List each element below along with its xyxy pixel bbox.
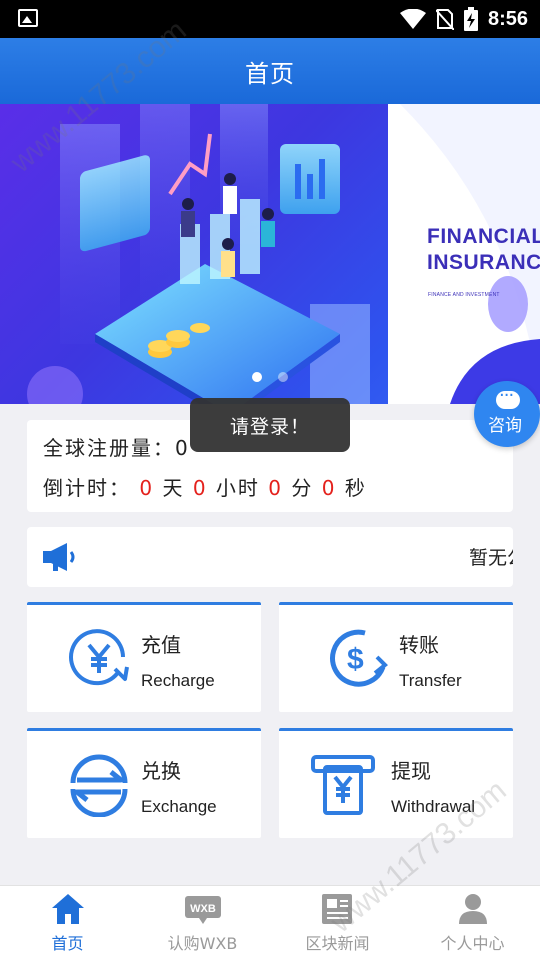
svg-text:$: $	[347, 643, 364, 676]
person-icon	[458, 894, 487, 924]
nav-subscribe-label: 认购WXB	[167, 934, 238, 953]
withdrawal-button[interactable]: 提现 Withdrawal	[279, 728, 513, 838]
nav-profile[interactable]: 个人中心	[405, 886, 540, 960]
exchange-label-en: Exchange	[141, 797, 217, 816]
banner-subtitle: FINANCE AND INVESTMENT	[428, 292, 500, 298]
nav-news-label: 区块新闻	[305, 934, 370, 953]
minutes-unit: 分	[291, 476, 314, 500]
consult-label: 咨询	[488, 416, 522, 436]
withdrawal-label: 提现	[391, 759, 431, 783]
registered-value: 0	[175, 436, 190, 460]
wxb-icon: WXB	[184, 896, 221, 924]
transfer-button[interactable]: $ 转账 Transfer	[279, 602, 513, 712]
days-unit: 天	[162, 476, 185, 500]
countdown-seconds: 0	[321, 476, 337, 500]
hours-unit: 小时	[215, 476, 260, 500]
page-title: 首页	[245, 59, 295, 88]
nav-subscribe-wxb[interactable]: WXB 认购WXB	[135, 886, 270, 960]
countdown-days: 0	[139, 476, 155, 500]
megaphone-icon	[43, 543, 75, 571]
exchange-label: 兑换	[141, 759, 181, 783]
dollar-transfer-icon: $	[330, 629, 388, 687]
bottom-nav: 首页 WXB 认购WXB 区块新闻 个人中心	[0, 885, 540, 960]
recharge-label-en: Recharge	[141, 671, 215, 690]
atm-yen-icon	[311, 755, 375, 815]
transfer-label: 转账	[399, 633, 439, 657]
countdown-hours: 0	[192, 476, 208, 500]
no-sim-icon	[435, 9, 454, 30]
app-header: 首页	[0, 38, 540, 104]
announcement-bar[interactable]: 暂无公告	[27, 527, 513, 587]
nav-block-news[interactable]: 区块新闻	[270, 886, 405, 960]
home-icon	[51, 894, 84, 924]
banner-headline: FINANCIAL INSURANCE	[427, 225, 540, 274]
recharge-label: 充值	[141, 633, 181, 657]
nav-home[interactable]: 首页	[0, 886, 135, 960]
chat-bubble-icon	[496, 385, 520, 409]
exchange-arrows-icon	[70, 754, 128, 817]
wifi-icon	[399, 9, 426, 29]
nav-home-label: 首页	[51, 934, 84, 953]
carousel-dot-active[interactable]	[252, 372, 262, 382]
battery-charging-icon	[463, 7, 478, 31]
countdown: 倒计时： 0 天 0 小时 0 分 0 秒	[43, 472, 367, 501]
carousel-dot[interactable]	[278, 372, 288, 382]
announcement-text: 暂无公告	[469, 547, 513, 569]
withdrawal-label-en: Withdrawal	[391, 797, 476, 816]
promo-banner[interactable]: FINANCIAL INSURANCE FINANCE AND INVESTME…	[0, 104, 540, 404]
registered-label: 全球注册量：	[43, 436, 175, 460]
seconds-unit: 秒	[344, 476, 367, 500]
registered-count: 全球注册量：0	[43, 432, 190, 461]
login-toast: 请登录！	[190, 398, 350, 452]
news-icon	[321, 894, 352, 924]
yen-refresh-icon	[69, 629, 129, 686]
status-bar: 8:56	[0, 0, 540, 38]
countdown-label: 倒计时：	[43, 476, 131, 500]
countdown-minutes: 0	[268, 476, 283, 500]
recharge-button[interactable]: 充值 Recharge	[27, 602, 261, 712]
wxb-badge: WXB	[190, 903, 216, 915]
exchange-button[interactable]: 兑换 Exchange	[27, 728, 261, 838]
nav-profile-label: 个人中心	[440, 934, 505, 953]
gallery-icon	[18, 9, 38, 27]
clock: 8:56	[487, 7, 528, 30]
toast-text: 请登录！	[229, 415, 310, 438]
transfer-label-en: Transfer	[399, 671, 462, 690]
consult-button[interactable]: 咨询	[474, 381, 540, 447]
